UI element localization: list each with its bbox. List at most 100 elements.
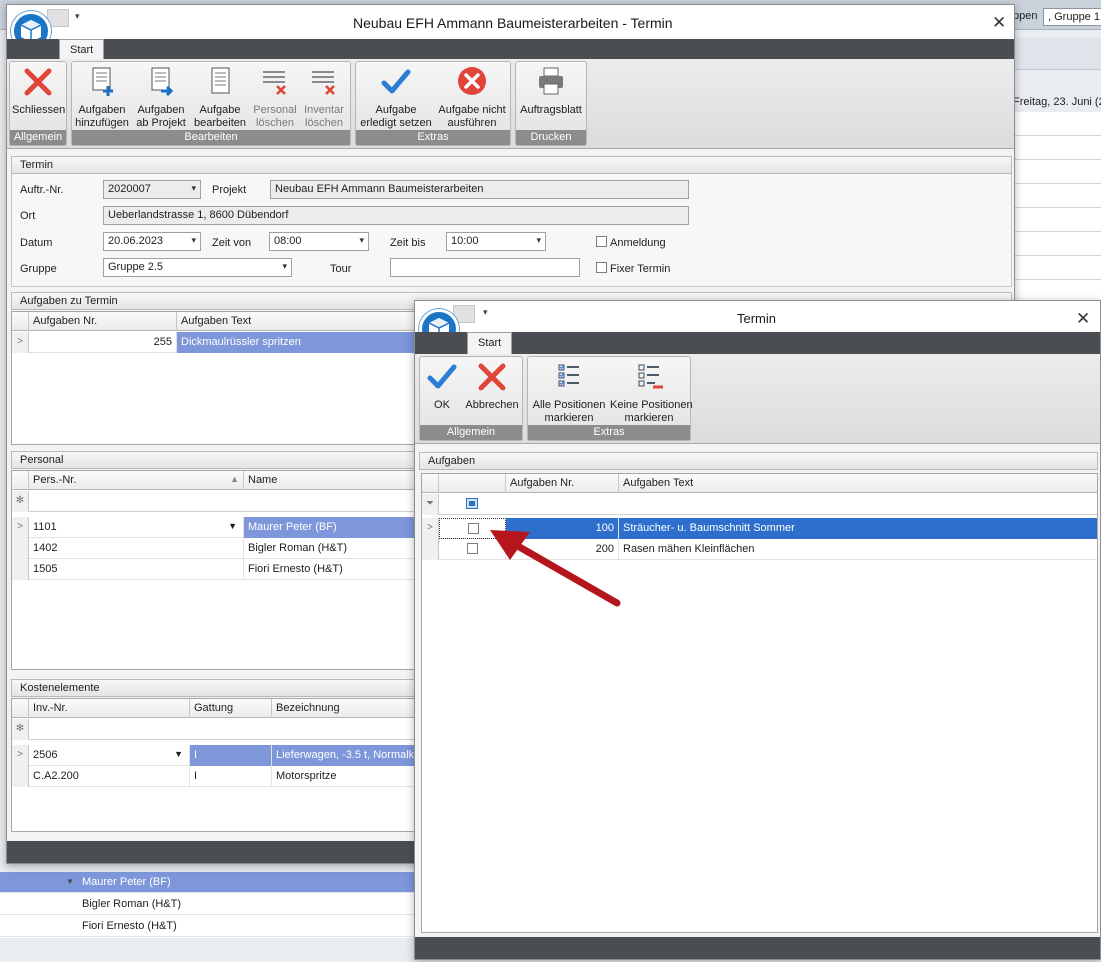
row-indicator-icon: > (12, 745, 29, 766)
column-header[interactable]: Gattung (190, 699, 272, 718)
list-item[interactable]: Bigler Roman (H&T) (0, 894, 414, 915)
close-icon[interactable]: ✕ (1076, 309, 1090, 329)
column-header[interactable]: Pers.-Nr. ▲ (29, 471, 244, 490)
table-row[interactable]: 1505 Fiori Ernesto (H&T) (12, 559, 416, 580)
section-aufgaben: Aufgaben (419, 452, 1098, 470)
printer-icon (539, 67, 563, 95)
filter-row[interactable]: ✻ (12, 491, 416, 512)
anmeldung-checkbox[interactable] (596, 236, 607, 247)
quick-access-dropdown-icon[interactable]: ▾ (483, 307, 488, 318)
table-row[interactable]: > 255 Dickmaulrüssler spritzen (12, 332, 416, 353)
alle-positionen-markieren-button[interactable]: Alle Positionen markieren (530, 359, 608, 425)
table-row[interactable]: > 2506 ▼ I Lieferwagen, -3.5 t, Normalka (12, 745, 416, 766)
aufgabe-nicht-ausfuehren-button[interactable]: Aufgabe nicht ausführen (436, 64, 508, 130)
table-row[interactable]: > 1101 ▼ Maurer Peter (BF) (12, 517, 416, 538)
inventar-loeschen-button[interactable]: Inventar löschen (300, 64, 348, 130)
row-indicator-icon: > (12, 332, 29, 353)
table-row[interactable]: 1402 Bigler Roman (H&T) (12, 538, 416, 559)
ribbon-group-extras: Aufgabe erledigt setzen Aufgabe nicht au… (355, 61, 511, 146)
schliessen-button[interactable]: Schliessen (12, 64, 65, 117)
fixer-termin-checkbox[interactable] (596, 262, 607, 273)
filter-row[interactable]: ⏷ (422, 494, 1097, 515)
datum-picker[interactable]: 20.06.2023 ▾ (103, 232, 201, 251)
select-all-checkbox[interactable] (466, 498, 478, 509)
chevron-down-icon: ▾ (191, 235, 196, 245)
aufgabe-erledigt-setzen-button[interactable]: Aufgabe erledigt setzen (358, 64, 434, 130)
ok-button[interactable]: OK (422, 359, 462, 412)
status-bar (415, 937, 1100, 959)
document-icon (211, 67, 230, 94)
background-group-label: ppen (1013, 10, 1038, 22)
ribbon-group-label: Allgemein (420, 425, 522, 440)
column-header[interactable]: Name (244, 471, 416, 490)
background-calendar-grid (1013, 112, 1101, 302)
indicator-header (422, 474, 439, 493)
column-header[interactable]: Aufgaben Nr. (29, 312, 177, 331)
row-indicator-icon (12, 538, 29, 559)
table-row[interactable]: 200 Rasen mähen Kleinflächen (422, 539, 1097, 560)
grid-header: Aufgaben Nr. Aufgaben Text (422, 474, 1097, 493)
chevron-down-icon: ▾ (359, 235, 364, 245)
row-indicator-icon: > (422, 518, 439, 539)
window-title: Termin (737, 311, 777, 326)
table-row[interactable]: > 100 Sträucher- u. Baumschnitt Sommer (422, 518, 1097, 539)
column-header[interactable]: Aufgaben Text (177, 312, 416, 331)
close-icon (478, 363, 506, 391)
kosten-grid: Inv.-Nr. Gattung Bezeichnung ✻ > 2506 ▼ I… (11, 698, 417, 832)
row-indicator-icon (12, 766, 29, 787)
cancel-circle-icon (458, 67, 486, 95)
tab-start[interactable]: Start (59, 39, 105, 61)
row-checkbox[interactable] (468, 523, 479, 534)
quick-access-dropdown-icon[interactable]: ▾ (75, 11, 80, 22)
grid-header: Pers.-Nr. ▲ Name (12, 471, 416, 490)
aufgaben-hinzufuegen-button[interactable]: Aufgaben hinzufügen (74, 64, 130, 130)
personal-loeschen-button[interactable]: Personal löschen (252, 64, 298, 130)
zeit-von-dropdown[interactable]: 08:00 ▾ (269, 232, 369, 251)
column-header[interactable]: Bezeichnung (272, 699, 416, 718)
projekt-label: Projekt (212, 184, 247, 196)
column-header[interactable]: Inv.-Nr. (29, 699, 190, 718)
row-checkbox[interactable] (467, 543, 478, 554)
aufgaben-ab-projekt-button[interactable]: Aufgaben ab Projekt (134, 64, 188, 130)
ribbon-tabstrip: Start (415, 332, 1100, 354)
quick-access-toolbar[interactable] (47, 9, 69, 27)
column-header[interactable]: Aufgaben Text (619, 474, 1097, 493)
ribbon-group-allgemein: OK Abbrechen Allgemein (419, 356, 523, 441)
tour-input[interactable] (390, 258, 580, 277)
chevron-down-icon[interactable]: ▼ (228, 521, 237, 531)
ribbon-group-label: Allgemein (10, 130, 66, 145)
filter-icon: ⏷ (422, 494, 439, 515)
grid-header: Inv.-Nr. Gattung Bezeichnung (12, 699, 416, 718)
chevron-down-icon: ▾ (536, 235, 541, 245)
grid-header: Aufgaben Nr. Aufgaben Text (12, 312, 416, 331)
ribbon-group-label: Bearbeiten (72, 130, 350, 145)
filter-row[interactable]: ✻ (12, 719, 416, 740)
ort-field[interactable]: Ueberlandstrasse 1, 8600 Dübendorf (103, 206, 689, 225)
auftragsblatt-button[interactable]: Auftragsblatt (518, 64, 584, 117)
list-item[interactable]: Fiori Ernesto (H&T) (0, 916, 414, 937)
termin-form: Auftr.-Nr. 2020007 ▾ Projekt Neubau EFH A… (11, 174, 1012, 287)
anmeldung-label: Anmeldung (610, 237, 666, 249)
select-column-header[interactable] (439, 474, 506, 493)
ribbon-group-drucken: Auftragsblatt Drucken (515, 61, 587, 146)
projekt-field[interactable]: Neubau EFH Ammann Baumeisterarbeiten (270, 180, 689, 199)
gruppe-dropdown[interactable]: Gruppe 2.5 ▾ (103, 258, 292, 277)
background-group-dropdown[interactable]: , Gruppe 1 (1043, 8, 1101, 26)
close-icon[interactable]: ✕ (992, 13, 1006, 33)
ort-label: Ort (20, 210, 36, 222)
tab-start[interactable]: Start (467, 332, 513, 354)
auftr-nr-field[interactable]: 2020007 ▾ (103, 180, 201, 199)
ribbon-group-label: Extras (528, 425, 690, 440)
aufgabe-bearbeiten-button[interactable]: Aufgabe bearbeiten (192, 64, 248, 130)
list-item[interactable]: ▼ Maurer Peter (BF) (0, 872, 414, 893)
personal-grid: Pers.-Nr. ▲ Name ✻ > 1101 ▼ Maurer Peter (… (11, 470, 417, 670)
abbrechen-button[interactable]: Abbrechen (464, 359, 520, 412)
window-title: Neubau EFH Ammann Baumeisterarbeiten - T… (353, 15, 673, 31)
ribbon-group-bearbeiten: Aufgaben hinzufügen Aufgaben ab Projekt … (71, 61, 351, 146)
ribbon-tabstrip: Start (7, 39, 1014, 61)
chevron-down-icon[interactable]: ▼ (174, 749, 183, 759)
column-header[interactable]: Aufgaben Nr. (506, 474, 619, 493)
zeit-bis-dropdown[interactable]: 10:00 ▾ (446, 232, 546, 251)
table-row[interactable]: C.A2.200 I Motorspritze (12, 766, 416, 787)
keine-positionen-markieren-button[interactable]: Keine Positionen markieren (610, 359, 693, 425)
